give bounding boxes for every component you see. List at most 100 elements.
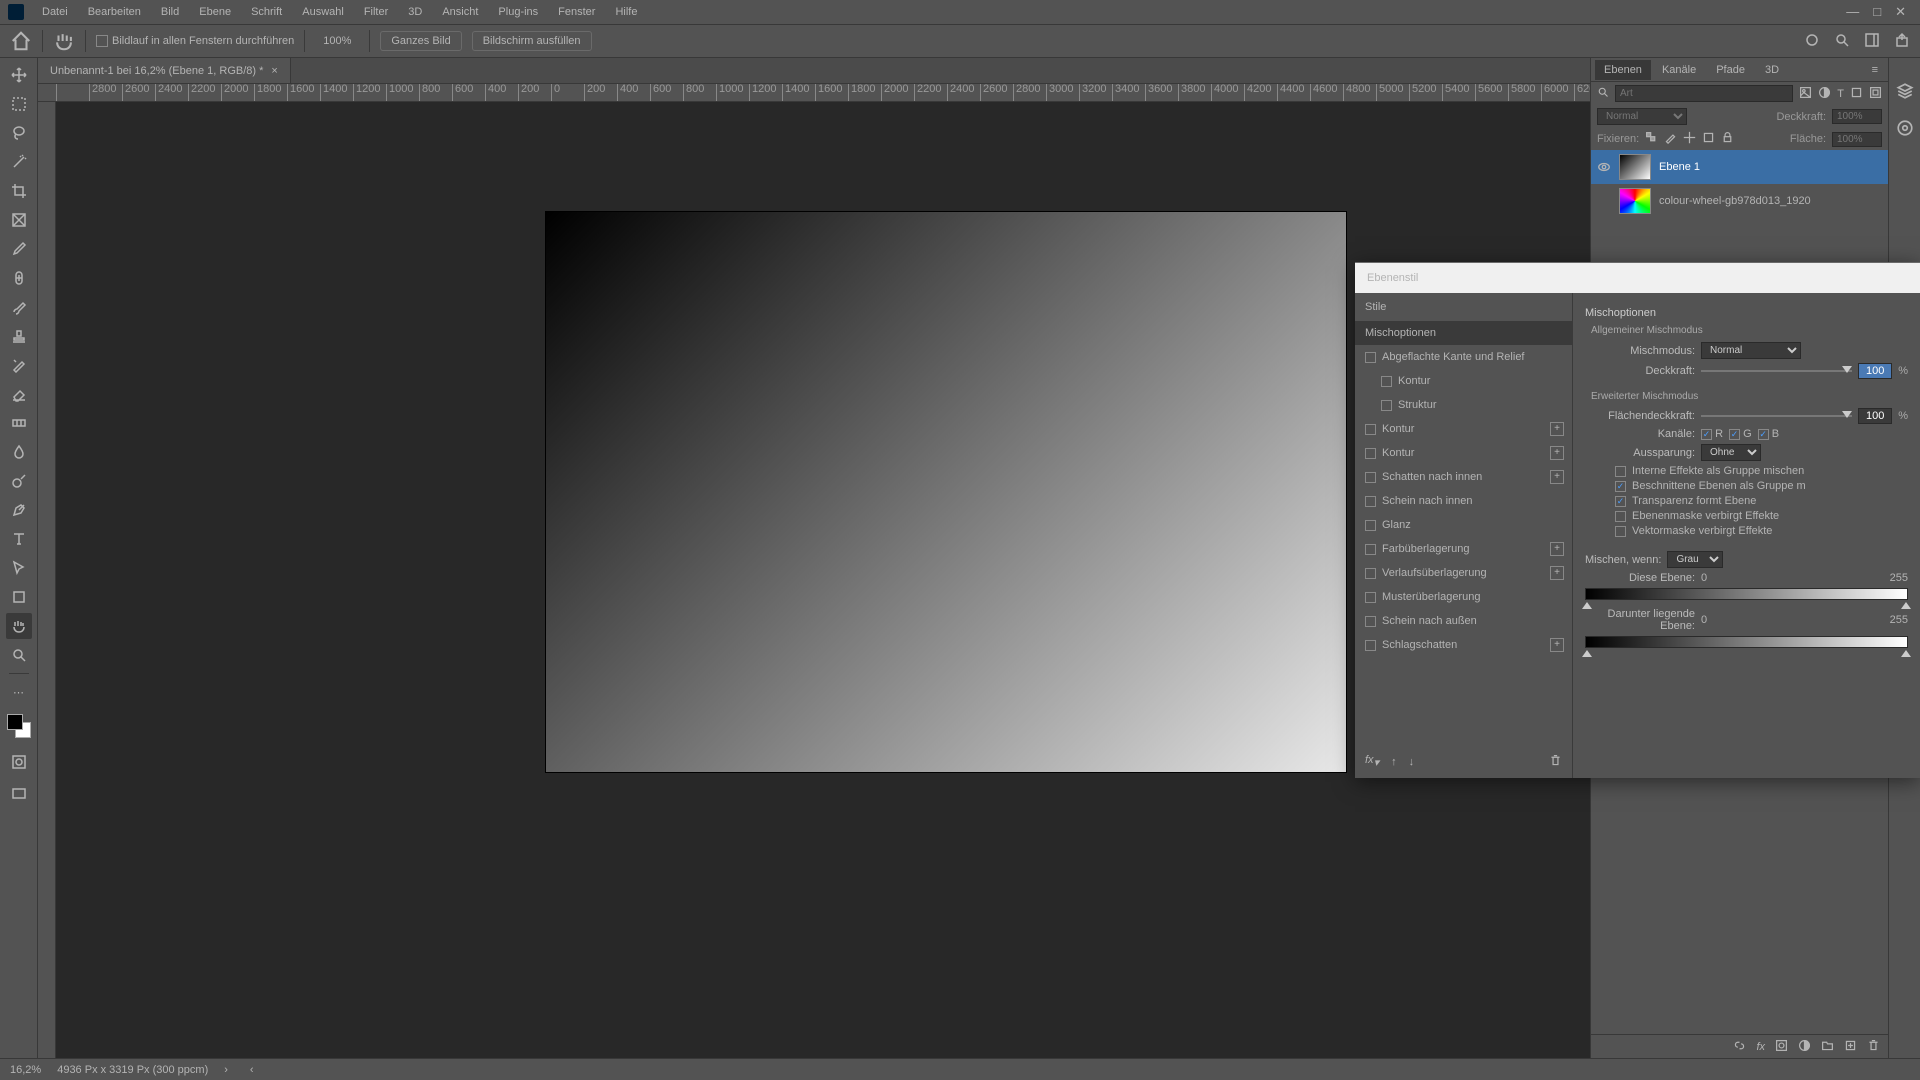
option-checkbox[interactable] <box>1615 496 1626 507</box>
hand-tool[interactable] <box>6 613 32 639</box>
dialog-titlebar[interactable]: Ebenenstil <box>1355 263 1920 293</box>
window-minimize-button[interactable]: — <box>1846 4 1859 20</box>
dodge-tool[interactable] <box>6 468 32 494</box>
filter-adjust-icon[interactable] <box>1818 86 1831 102</box>
menu-ansicht[interactable]: Ansicht <box>434 3 486 21</box>
option-beschnittene-ebenen-als-gruppe-m[interactable]: Beschnittene Ebenen als Gruppe m <box>1615 480 1908 492</box>
blendif-dropdown[interactable]: Grau <box>1667 551 1723 568</box>
under-layer-gradient[interactable] <box>1585 636 1908 648</box>
style-verlaufsüberlagerung[interactable]: Verlaufsüberlagerung+ <box>1355 561 1572 585</box>
add-effect-icon[interactable]: + <box>1550 470 1564 484</box>
option-checkbox[interactable] <box>1615 481 1626 492</box>
menu-fenster[interactable]: Fenster <box>550 3 603 21</box>
add-effect-icon[interactable]: + <box>1550 446 1564 460</box>
blur-tool[interactable] <box>6 439 32 465</box>
gradient-tool[interactable] <box>6 410 32 436</box>
style-up-icon[interactable]: ↑ <box>1391 756 1397 768</box>
style-checkbox[interactable] <box>1365 448 1376 459</box>
eraser-tool[interactable] <box>6 381 32 407</box>
option-ebenenmaske-verbirgt-effekte[interactable]: Ebenenmaske verbirgt Effekte <box>1615 510 1908 522</box>
close-tab-icon[interactable]: × <box>271 65 277 77</box>
trash-icon[interactable] <box>1867 1039 1880 1055</box>
wand-tool[interactable] <box>6 149 32 175</box>
style-checkbox[interactable] <box>1365 592 1376 603</box>
opacity-slider[interactable] <box>1701 370 1852 372</box>
style-checkbox[interactable] <box>1365 496 1376 507</box>
style-schlagschatten[interactable]: Schlagschatten+ <box>1355 633 1572 657</box>
style-schatten-nach-innen[interactable]: Schatten nach innen+ <box>1355 465 1572 489</box>
layer-thumbnail[interactable] <box>1619 154 1651 180</box>
style-kontur[interactable]: Kontur <box>1355 369 1572 393</box>
menu-3d[interactable]: 3D <box>400 3 430 21</box>
shape-tool[interactable] <box>6 584 32 610</box>
menu-hilfe[interactable]: Hilfe <box>607 3 645 21</box>
cloud-icon[interactable] <box>1804 32 1820 51</box>
panel-tab-3d[interactable]: 3D <box>1756 60 1788 80</box>
search-icon[interactable] <box>1834 32 1850 51</box>
status-dimensions[interactable]: 4936 Px x 3319 Px (300 ppcm) <box>57 1064 208 1076</box>
style-kontur[interactable]: Kontur+ <box>1355 441 1572 465</box>
new-layer-icon[interactable] <box>1844 1039 1857 1055</box>
filter-type-icon[interactable]: T <box>1837 88 1844 100</box>
channel-g-checkbox[interactable]: ✓ G <box>1729 428 1752 440</box>
style-trash-icon[interactable] <box>1549 754 1562 770</box>
filter-image-icon[interactable] <box>1799 86 1812 102</box>
menu-bild[interactable]: Bild <box>153 3 187 21</box>
add-effect-icon[interactable]: + <box>1550 638 1564 652</box>
document-tab[interactable]: Unbenannt-1 bei 16,2% (Ebene 1, RGB/8) *… <box>38 58 291 83</box>
layer-thumbnail[interactable] <box>1619 188 1651 214</box>
panel-tab-kanäle[interactable]: Kanäle <box>1653 60 1705 80</box>
lasso-tool[interactable] <box>6 120 32 146</box>
color-swatches[interactable] <box>7 714 31 738</box>
blend-mode-select[interactable]: Normal <box>1597 108 1687 125</box>
pen-tool[interactable] <box>6 497 32 523</box>
menu-plug-ins[interactable]: Plug-ins <box>490 3 546 21</box>
type-tool[interactable] <box>6 526 32 552</box>
opacity-value[interactable]: 100% <box>1832 109 1882 124</box>
dock-adjustments-icon[interactable] <box>1896 119 1914 140</box>
lock-all-icon[interactable] <box>1721 131 1734 147</box>
style-checkbox[interactable] <box>1381 400 1392 411</box>
zoom-tool[interactable] <box>6 642 32 668</box>
scroll-all-windows-checkbox[interactable]: Bildlauf in allen Fenstern durchführen <box>96 35 294 47</box>
style-checkbox[interactable] <box>1365 568 1376 579</box>
option-checkbox[interactable] <box>1615 466 1626 477</box>
lock-artboard-icon[interactable] <box>1702 131 1715 147</box>
layer-row[interactable]: colour-wheel-gb978d013_1920 <box>1591 184 1888 218</box>
status-caret-icon[interactable]: ‹ <box>250 1064 254 1076</box>
fx-menu-icon[interactable]: fx▾ <box>1365 754 1379 769</box>
menu-ebene[interactable]: Ebene <box>191 3 239 21</box>
panel-menu-icon[interactable]: ≡ <box>1866 64 1884 76</box>
style-checkbox[interactable] <box>1365 352 1376 363</box>
edit-toolbar-icon[interactable]: ⋯ <box>6 679 32 705</box>
opacity-input[interactable]: 100 <box>1858 363 1892 379</box>
home-icon[interactable] <box>10 30 32 52</box>
option-transparenz-formt-ebene[interactable]: Transparenz formt Ebene <box>1615 495 1908 507</box>
adjustment-icon[interactable] <box>1798 1039 1811 1055</box>
style-farbüberlagerung[interactable]: Farbüberlagerung+ <box>1355 537 1572 561</box>
blend-mode-dropdown[interactable]: Normal <box>1701 342 1801 359</box>
knockout-dropdown[interactable]: Ohne <box>1701 444 1761 461</box>
menu-bearbeiten[interactable]: Bearbeiten <box>80 3 149 21</box>
lock-transparency-icon[interactable] <box>1645 131 1658 147</box>
style-checkbox[interactable] <box>1381 376 1392 387</box>
fill-value[interactable]: 100% <box>1832 132 1882 147</box>
zoom-value[interactable]: 100% <box>315 33 359 49</box>
workspace-icon[interactable] <box>1864 32 1880 51</box>
option-checkbox[interactable] <box>1615 511 1626 522</box>
fx-icon[interactable]: fx <box>1756 1041 1765 1053</box>
search-icon[interactable] <box>1597 86 1609 101</box>
status-zoom[interactable]: 16,2% <box>10 1064 41 1076</box>
link-layers-icon[interactable] <box>1733 1039 1746 1055</box>
path-select-tool[interactable] <box>6 555 32 581</box>
panel-tab-pfade[interactable]: Pfade <box>1707 60 1754 80</box>
fit-screen-button[interactable]: Ganzes Bild <box>380 31 461 51</box>
status-chevron-icon[interactable]: › <box>224 1064 228 1076</box>
menu-schrift[interactable]: Schrift <box>243 3 290 21</box>
style-struktur[interactable]: Struktur <box>1355 393 1572 417</box>
layer-row[interactable]: Ebene 1 <box>1591 150 1888 184</box>
crop-tool[interactable] <box>6 178 32 204</box>
marquee-tool[interactable] <box>6 91 32 117</box>
style-checkbox[interactable] <box>1365 472 1376 483</box>
add-effect-icon[interactable]: + <box>1550 422 1564 436</box>
